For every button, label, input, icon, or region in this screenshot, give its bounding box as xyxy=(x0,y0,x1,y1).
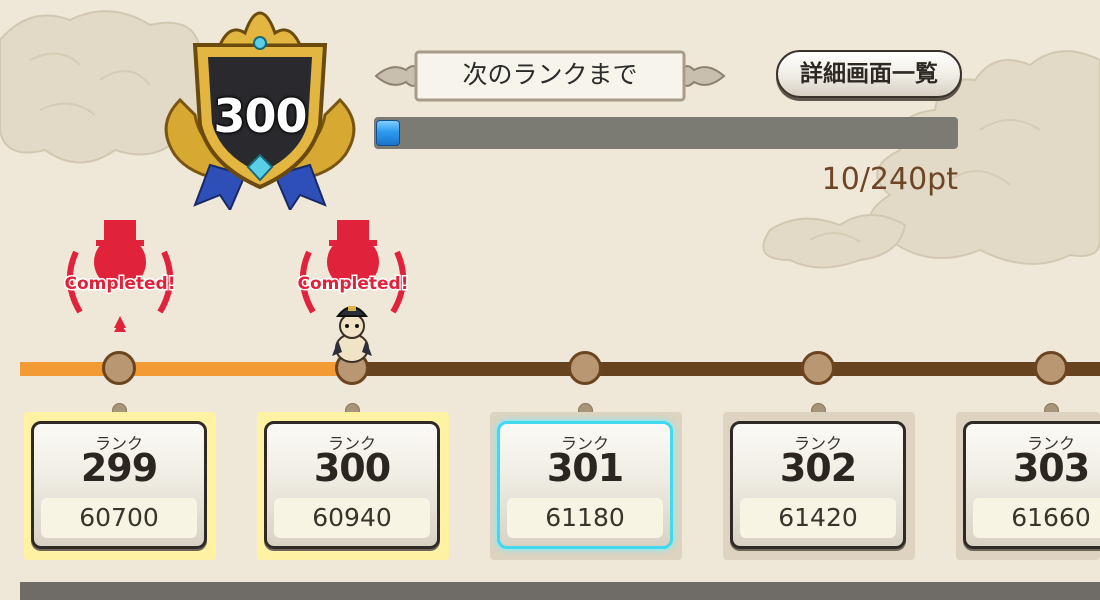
rank-emblem: 300 xyxy=(150,5,370,213)
rank-node-303 xyxy=(1034,351,1068,385)
rank-card-frame: ランク 299 60700 xyxy=(24,412,216,560)
rank-card[interactable]: ランク 302 61420 xyxy=(730,421,906,549)
rank-card-points: 61420 xyxy=(740,498,896,538)
rank-card[interactable]: ランク 303 61660 xyxy=(963,421,1100,549)
next-rank-progress-fill xyxy=(376,120,401,146)
rank-card-frame: ランク 301 61180 xyxy=(490,412,682,560)
rank-card-number: 302 xyxy=(779,446,857,490)
rank-card-number: 299 xyxy=(80,446,158,490)
rank-card-points: 61660 xyxy=(973,498,1100,538)
rank-card[interactable]: ランク 300 60940 xyxy=(264,421,440,549)
next-rank-progress-text: 10/240pt xyxy=(821,162,958,197)
player-character-icon xyxy=(332,306,372,363)
rank-card-points: 60700 xyxy=(41,498,197,538)
next-rank-progress-bar xyxy=(374,117,958,149)
rank-track-completed xyxy=(20,362,344,376)
rank-card-number: 303 xyxy=(1012,446,1090,490)
rank-card-number: 300 xyxy=(313,446,391,490)
detail-list-button[interactable]: 詳細画面一覧 xyxy=(776,50,962,98)
rank-card-frame: ランク 303 61660 xyxy=(956,412,1100,560)
rank-card-number: 301 xyxy=(546,446,624,490)
completed-stamp-text: Completed! xyxy=(296,273,410,296)
rank-emblem-value: 300 xyxy=(212,88,308,144)
rank-card-frame: ランク 302 61420 xyxy=(723,412,915,560)
rank-card[interactable]: ランク 299 60700 xyxy=(31,421,207,549)
rank-node-301 xyxy=(568,351,602,385)
rank-node-302 xyxy=(801,351,835,385)
rank-card-frame: ランク 300 60940 xyxy=(257,412,449,560)
completed-stamp-text: Completed! xyxy=(63,273,177,296)
rank-card-points: 61180 xyxy=(507,498,663,538)
rank-card-points: 60940 xyxy=(274,498,430,538)
completed-stamp-rank-299: Completed! xyxy=(58,212,182,336)
next-rank-label: 次のランクまで xyxy=(462,60,638,89)
bottom-panel xyxy=(20,582,1100,600)
rank-node-299 xyxy=(102,351,136,385)
rank-card-current[interactable]: ランク 301 61180 xyxy=(497,421,673,549)
